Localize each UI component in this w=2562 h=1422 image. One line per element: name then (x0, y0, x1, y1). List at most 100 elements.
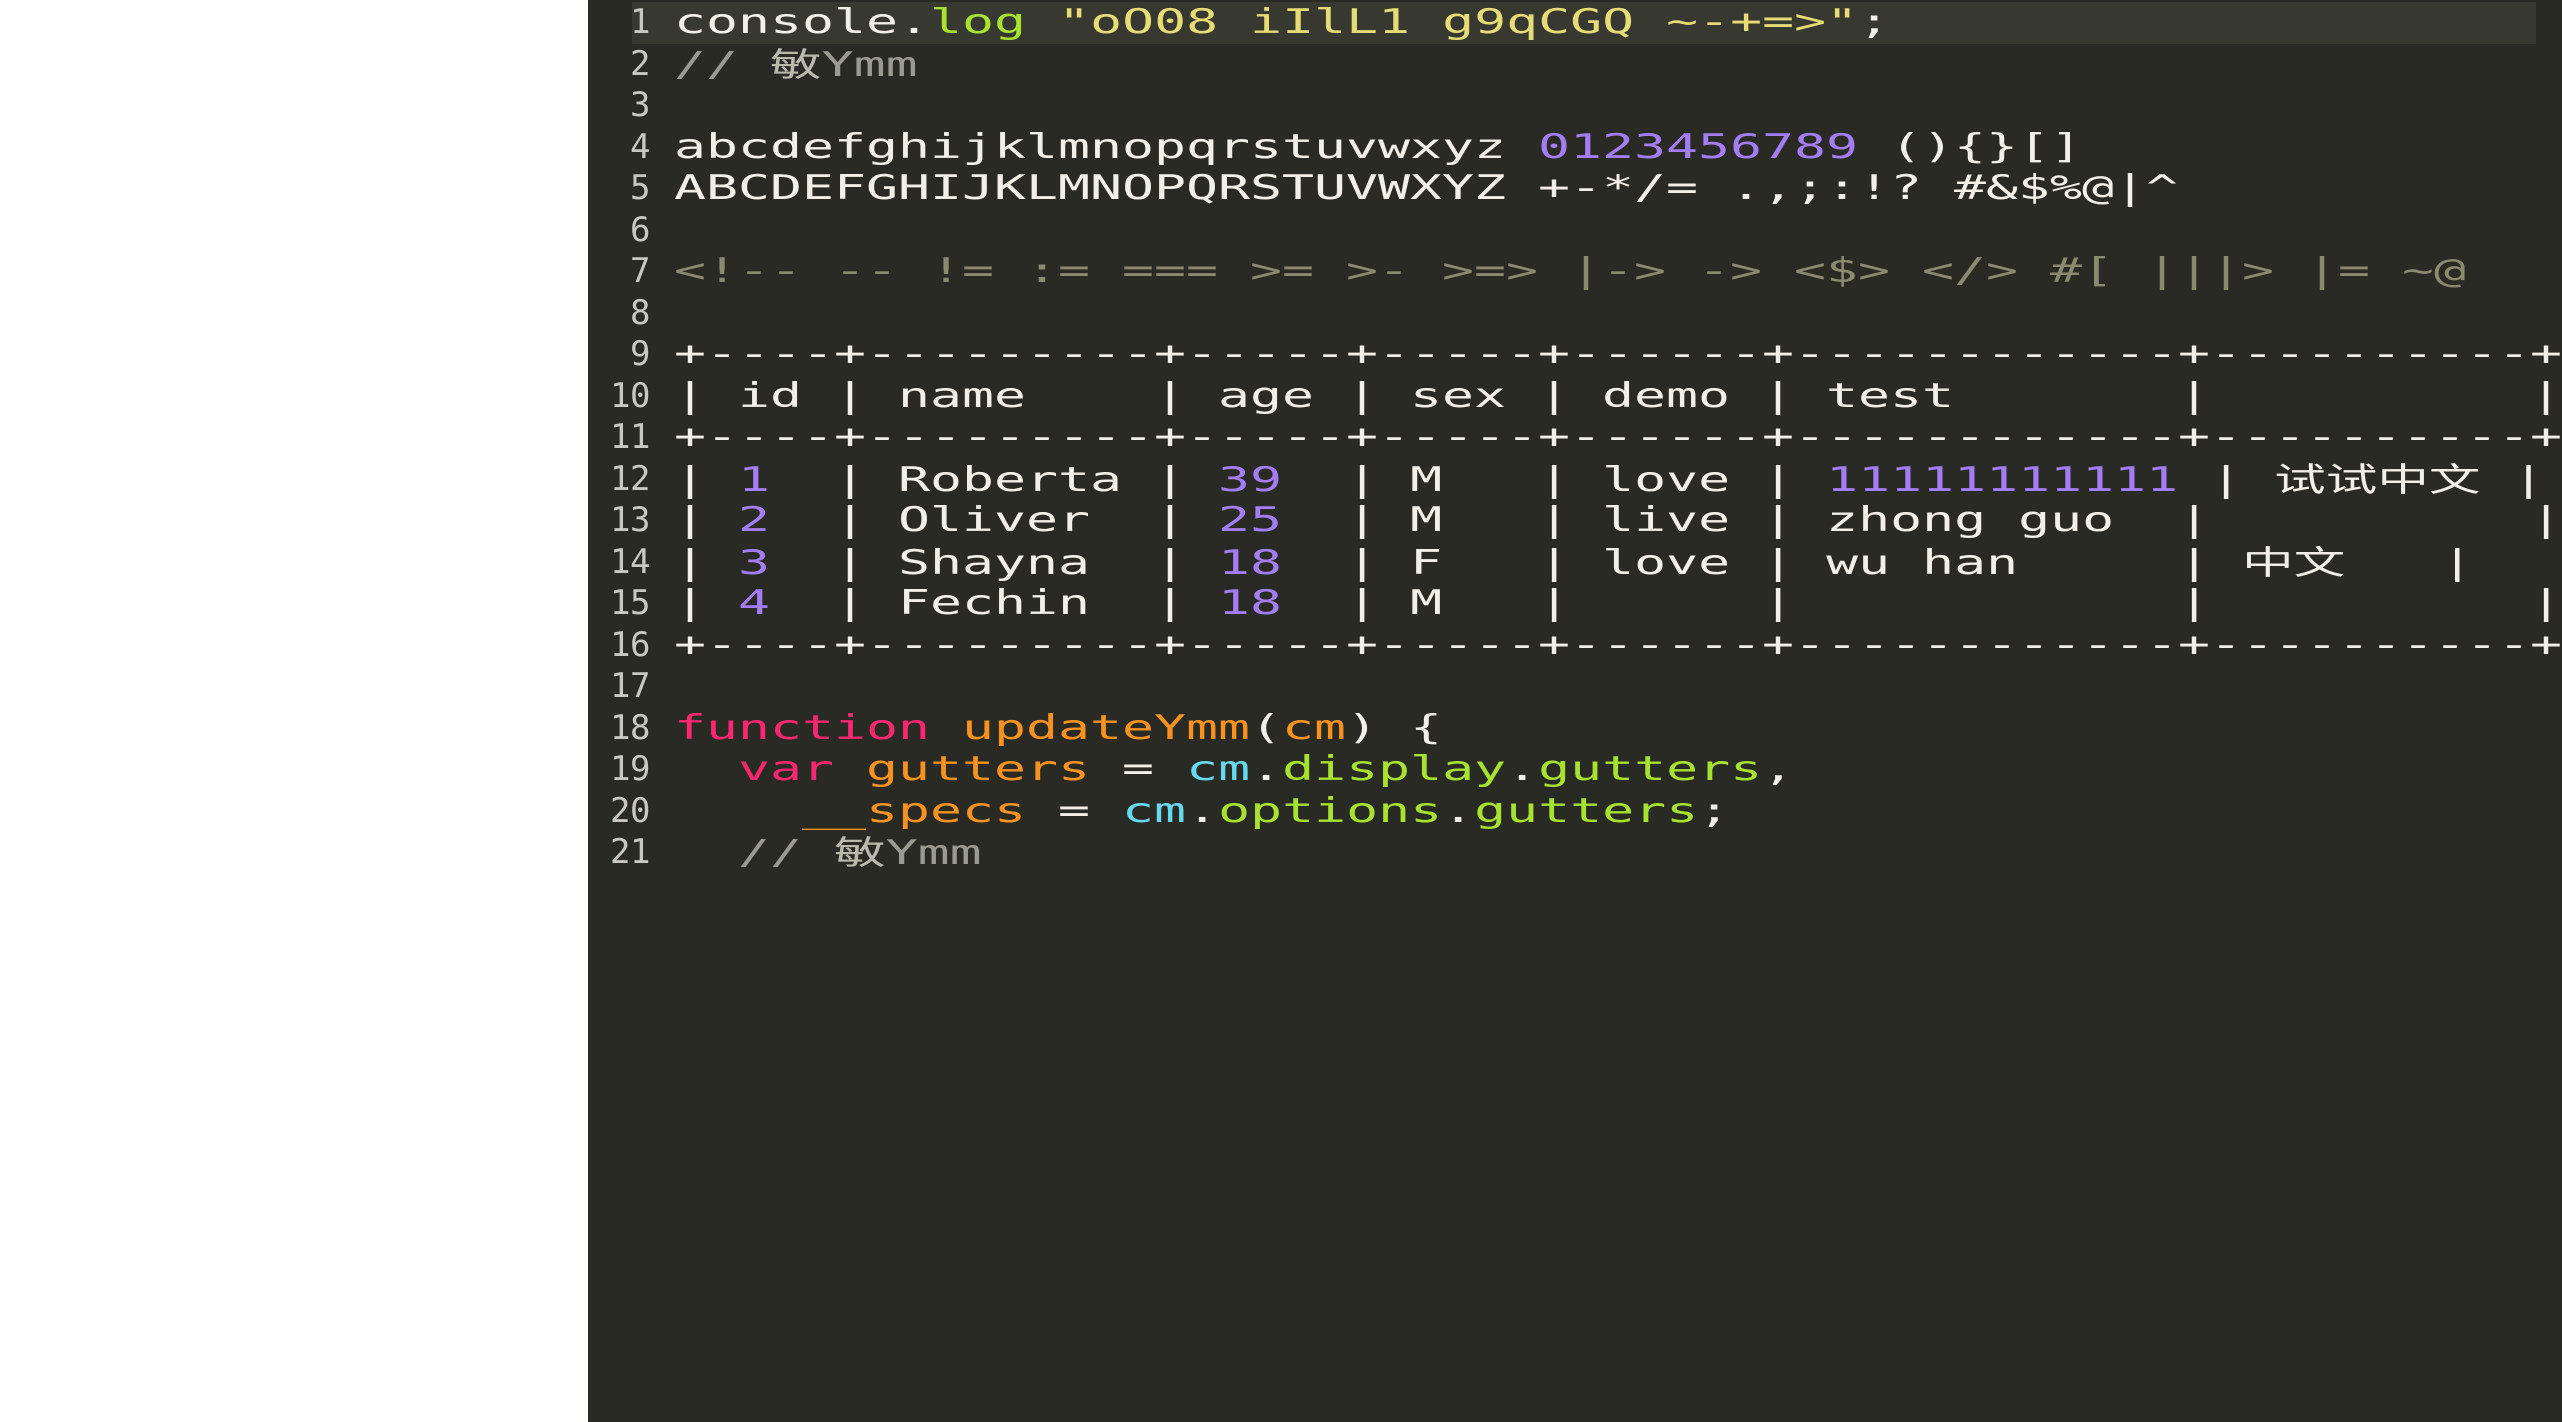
code-line-text[interactable]: // 敏Ymm (674, 44, 918, 87)
code-line[interactable]: 12 | 1 | Roberta | 39 | M | love | 111111… (588, 459, 2562, 501)
code-line[interactable]: 21 // 敏Ymm (588, 832, 2562, 874)
token-plain: ; (1858, 2, 1891, 42)
code-line[interactable]: 4 abcdefghijklmnopqrstuvwxyz 0123456789 (… (588, 127, 2562, 169)
token-plain: ( (1250, 707, 1283, 748)
token-plain: (){}[] (1858, 126, 2083, 167)
code-line-text[interactable]: console.log "oO08 iIlL1 g9qCGQ ~-+=>"; (674, 2, 1890, 44)
code-line[interactable]: 3 (588, 85, 2562, 127)
code-line[interactable]: 8 (588, 293, 2562, 335)
token-number: 4 (738, 583, 771, 623)
code-line[interactable]: 6 (588, 210, 2562, 252)
token-number: 39 (1218, 459, 1283, 500)
token-plain: | F | love | wu han | (1282, 542, 2243, 583)
gutter-line-number[interactable]: 21 (588, 832, 650, 874)
code-line-text[interactable]: +----+---------+-----+-----+------+-----… (674, 417, 2562, 459)
code-line-text[interactable]: | 1 | Roberta | 39 | M | love | 11111111… (674, 459, 2545, 502)
code-line-text[interactable]: abcdefghijklmnopqrstuvwxyz 0123456789 ()… (674, 127, 2082, 169)
gutter-line-number[interactable]: 18 (588, 708, 650, 750)
code-line[interactable]: 11 +----+---------+-----+-----+------+---… (588, 417, 2562, 459)
code-line[interactable]: 13 | 2 | Oliver | 25 | M | live | zhong g… (588, 500, 2562, 542)
code-line[interactable]: 10 | id | name | age | sex | demo | test … (588, 376, 2562, 418)
token-number: 25 (1218, 500, 1283, 540)
code-editor[interactable]: 1 console.log "oO08 iIlL1 g9qCGQ ~-+=>"; 2… (588, 0, 2562, 1422)
token-plain: | Shayna | (770, 542, 1219, 583)
code-line-text[interactable]: +----+---------+-----+-----+------+-----… (674, 625, 2562, 667)
gutter-line-number[interactable]: 9 (588, 334, 650, 376)
gutter-line-number[interactable]: 19 (588, 749, 650, 791)
token-plain: . (1250, 749, 1283, 789)
token-plain: | M | live | zhong guo | | (1282, 500, 2562, 540)
token-plain: | (2345, 542, 2474, 583)
token-comment-cjk: 敏 (834, 833, 886, 872)
gutter-line-number[interactable]: 13 (588, 500, 650, 542)
code-lines-container[interactable]: 1 console.log "oO08 iIlL1 g9qCGQ ~-+=>"; 2… (588, 2, 2562, 874)
gutter-line-number[interactable]: 10 (588, 376, 650, 418)
code-line[interactable]: 16 +----+---------+-----+-----+------+---… (588, 625, 2562, 667)
gutter-line-number[interactable]: 2 (588, 44, 650, 86)
gutter-line-number[interactable]: 6 (588, 210, 650, 252)
token-plain: , (1762, 749, 1795, 789)
token-function: cm (1282, 707, 1347, 748)
code-line-text[interactable]: | 3 | Shayna | 18 | F | love | wu han | … (674, 542, 2473, 585)
token-plain: | Oliver | (770, 500, 1219, 540)
token-plain: | (2480, 459, 2545, 500)
token-comment: // (674, 833, 835, 873)
gutter-line-number[interactable]: 8 (588, 293, 650, 335)
gutter-line-number[interactable]: 3 (588, 85, 650, 127)
code-line[interactable]: 20 __specs = cm.options.gutters; (588, 791, 2562, 833)
token-number: 11111111111 (1826, 459, 2179, 500)
token-number: 2 (738, 500, 771, 540)
gutter-line-number[interactable]: 17 (588, 666, 650, 708)
token-plain-cjk: 试试中文 (2274, 459, 2481, 499)
code-line-text[interactable]: | 4 | Fechin | 18 | M | | | | (674, 583, 2562, 625)
code-line-text[interactable]: +----+---------+-----+-----+------+-----… (674, 334, 2562, 376)
gutter-line-number[interactable]: 11 (588, 417, 650, 459)
token-function: gutters (866, 749, 1091, 789)
code-line[interactable]: 2 // 敏Ymm (588, 44, 2562, 86)
code-line-text[interactable]: | id | name | age | sex | demo | test | … (674, 376, 2562, 418)
code-line[interactable]: 19 var gutters = cm.display.gutters, (588, 749, 2562, 791)
code-line-text[interactable]: | 2 | Oliver | 25 | M | live | zhong guo… (674, 500, 2562, 542)
gutter-line-number[interactable]: 14 (588, 542, 650, 584)
token-variable: cm (1122, 790, 1187, 831)
token-plain: | (674, 542, 739, 583)
gutter-line-number[interactable]: 20 (588, 791, 650, 833)
code-line-text[interactable]: function updateYmm(cm) { (674, 708, 1442, 750)
gutter-line-number[interactable]: 12 (588, 459, 650, 501)
gutter-line-number[interactable]: 1 (588, 2, 650, 44)
code-line[interactable]: 18 function updateYmm(cm) { (588, 708, 2562, 750)
token-plain: | (674, 459, 739, 500)
code-line[interactable]: 5 ABCDEFGHIJKLMNOPQRSTUVWXYZ +-*/= .,;:!?… (588, 168, 2562, 210)
token-plain: | (674, 500, 739, 540)
code-line[interactable]: 7 <!-- -- != := === >= >- >=> |-> -> <$> … (588, 251, 2562, 293)
token-number: 3 (738, 542, 771, 583)
token-comment: Ymm (885, 833, 982, 873)
gutter-line-number[interactable]: 4 (588, 127, 650, 169)
code-line[interactable]: 9 +----+---------+-----+-----+------+----… (588, 334, 2562, 376)
code-line[interactable]: 17 (588, 666, 2562, 708)
token-keyword: var (738, 749, 867, 789)
token-keyword: function (674, 707, 963, 748)
code-line-text[interactable]: ABCDEFGHIJKLMNOPQRSTUVWXYZ +-*/= .,;:!? … (674, 168, 2178, 210)
token-plain: . (1442, 790, 1475, 831)
gutter-line-number[interactable]: 15 (588, 583, 650, 625)
token-plain: | M | love | (1282, 459, 1827, 500)
token-plain: console (674, 2, 899, 42)
token-property: log (930, 2, 1027, 42)
gutter-line-number[interactable]: 16 (588, 625, 650, 667)
code-line[interactable]: 14 | 3 | Shayna | 18 | F | love | wu han … (588, 542, 2562, 584)
code-line-text[interactable]: <!-- -- != := === >= >- >=> |-> -> <$> <… (674, 251, 2466, 293)
token-plain: . (1186, 790, 1219, 831)
code-line[interactable]: 15 | 4 | Fechin | 18 | M | | | | (588, 583, 2562, 625)
gutter-line-number[interactable]: 7 (588, 251, 650, 293)
token-plain: | Roberta | (770, 459, 1219, 500)
gutter-line-number[interactable]: 5 (588, 168, 650, 210)
code-line-text[interactable]: var gutters = cm.display.gutters, (674, 749, 1794, 791)
code-line-text[interactable]: __specs = cm.options.gutters; (674, 791, 1730, 833)
token-function: updateYmm (962, 707, 1251, 748)
token-plain-cjk: 中文 (2242, 542, 2346, 582)
code-line[interactable]: 1 console.log "oO08 iIlL1 g9qCGQ ~-+=>"; (588, 2, 2562, 44)
code-line-text[interactable]: // 敏Ymm (674, 832, 982, 875)
